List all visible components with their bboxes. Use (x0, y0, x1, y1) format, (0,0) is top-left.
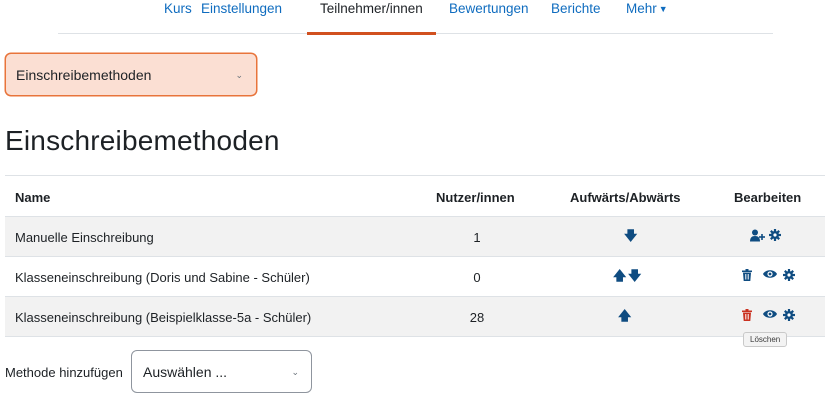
delete-tooltip: Löschen (743, 332, 788, 347)
move-down-icon[interactable]: 🡇 (628, 269, 641, 283)
tab-bewertungen[interactable]: Bewertungen (449, 2, 529, 34)
enrolment-method-name: Manuelle Einschreibung (15, 230, 154, 245)
table-row: Manuelle Einschreibung 1 🡇 (5, 217, 825, 257)
tab-mehr-label: Mehr (626, 1, 657, 16)
eye-icon[interactable] (763, 309, 777, 319)
enrolment-methods-table: Name Nutzer/innen Aufwärts/Abwärts Bearb… (5, 175, 825, 337)
page-navigation-select[interactable]: Einschreibemethoden ⌄ (5, 53, 257, 96)
enrolled-users-count: 28 (469, 310, 485, 325)
tab-teilnehmer[interactable]: Teilnehmer/innen (307, 2, 436, 35)
tab-mehr[interactable]: Mehr ▼ (626, 2, 668, 34)
chevron-down-icon: ⌄ (235, 70, 243, 80)
chevron-down-icon: ▼ (658, 4, 668, 14)
column-header-name: Name (15, 190, 51, 205)
page-title: Einschreibemethoden (5, 125, 280, 156)
move-up-icon[interactable]: 🡅 (613, 269, 626, 283)
tab-kurs[interactable]: Kurs (164, 2, 192, 34)
table-header: Name Nutzer/innen Aufwärts/Abwärts Bearb… (5, 175, 825, 217)
table-row: Klasseneinschreibung (Doris und Sabine -… (5, 257, 825, 297)
trash-icon[interactable] (742, 269, 752, 281)
enrolment-method-name: Klasseneinschreibung (Doris und Sabine -… (15, 270, 310, 285)
enrolled-users-count: 0 (473, 270, 481, 285)
gear-icon[interactable] (783, 309, 795, 321)
enrol-users-icon[interactable] (750, 229, 765, 242)
trash-icon[interactable] (742, 309, 752, 321)
move-up-icon[interactable]: 🡅 (618, 309, 631, 323)
eye-icon[interactable] (763, 269, 777, 279)
column-header-updown: Aufwärts/Abwärts (570, 190, 681, 205)
move-down-icon[interactable]: 🡇 (624, 229, 637, 243)
enrolment-method-name: Klasseneinschreibung (Beispielklasse-5a … (15, 310, 312, 325)
secondary-navigation: Kurs Einstellungen Teilnehmer/innen Bewe… (58, 0, 773, 35)
column-header-edit: Bearbeiten (734, 190, 802, 205)
chevron-down-icon: ⌄ (291, 367, 299, 377)
gear-icon[interactable] (783, 269, 795, 281)
page-navigation-select-value: Einschreibemethoden (16, 67, 152, 83)
tab-einstellungen[interactable]: Einstellungen (201, 2, 282, 34)
enrolled-users-count: 1 (473, 230, 481, 245)
table-row: Klasseneinschreibung (Beispielklasse-5a … (5, 297, 825, 337)
add-method-label: Methode hinzufügen (5, 365, 123, 380)
add-method-select-value: Auswählen ... (143, 364, 228, 380)
add-method-select[interactable]: Auswählen ... ⌄ (131, 350, 312, 393)
tab-berichte[interactable]: Berichte (551, 2, 601, 34)
gear-icon[interactable] (769, 229, 781, 241)
column-header-users: Nutzer/innen (436, 190, 515, 205)
